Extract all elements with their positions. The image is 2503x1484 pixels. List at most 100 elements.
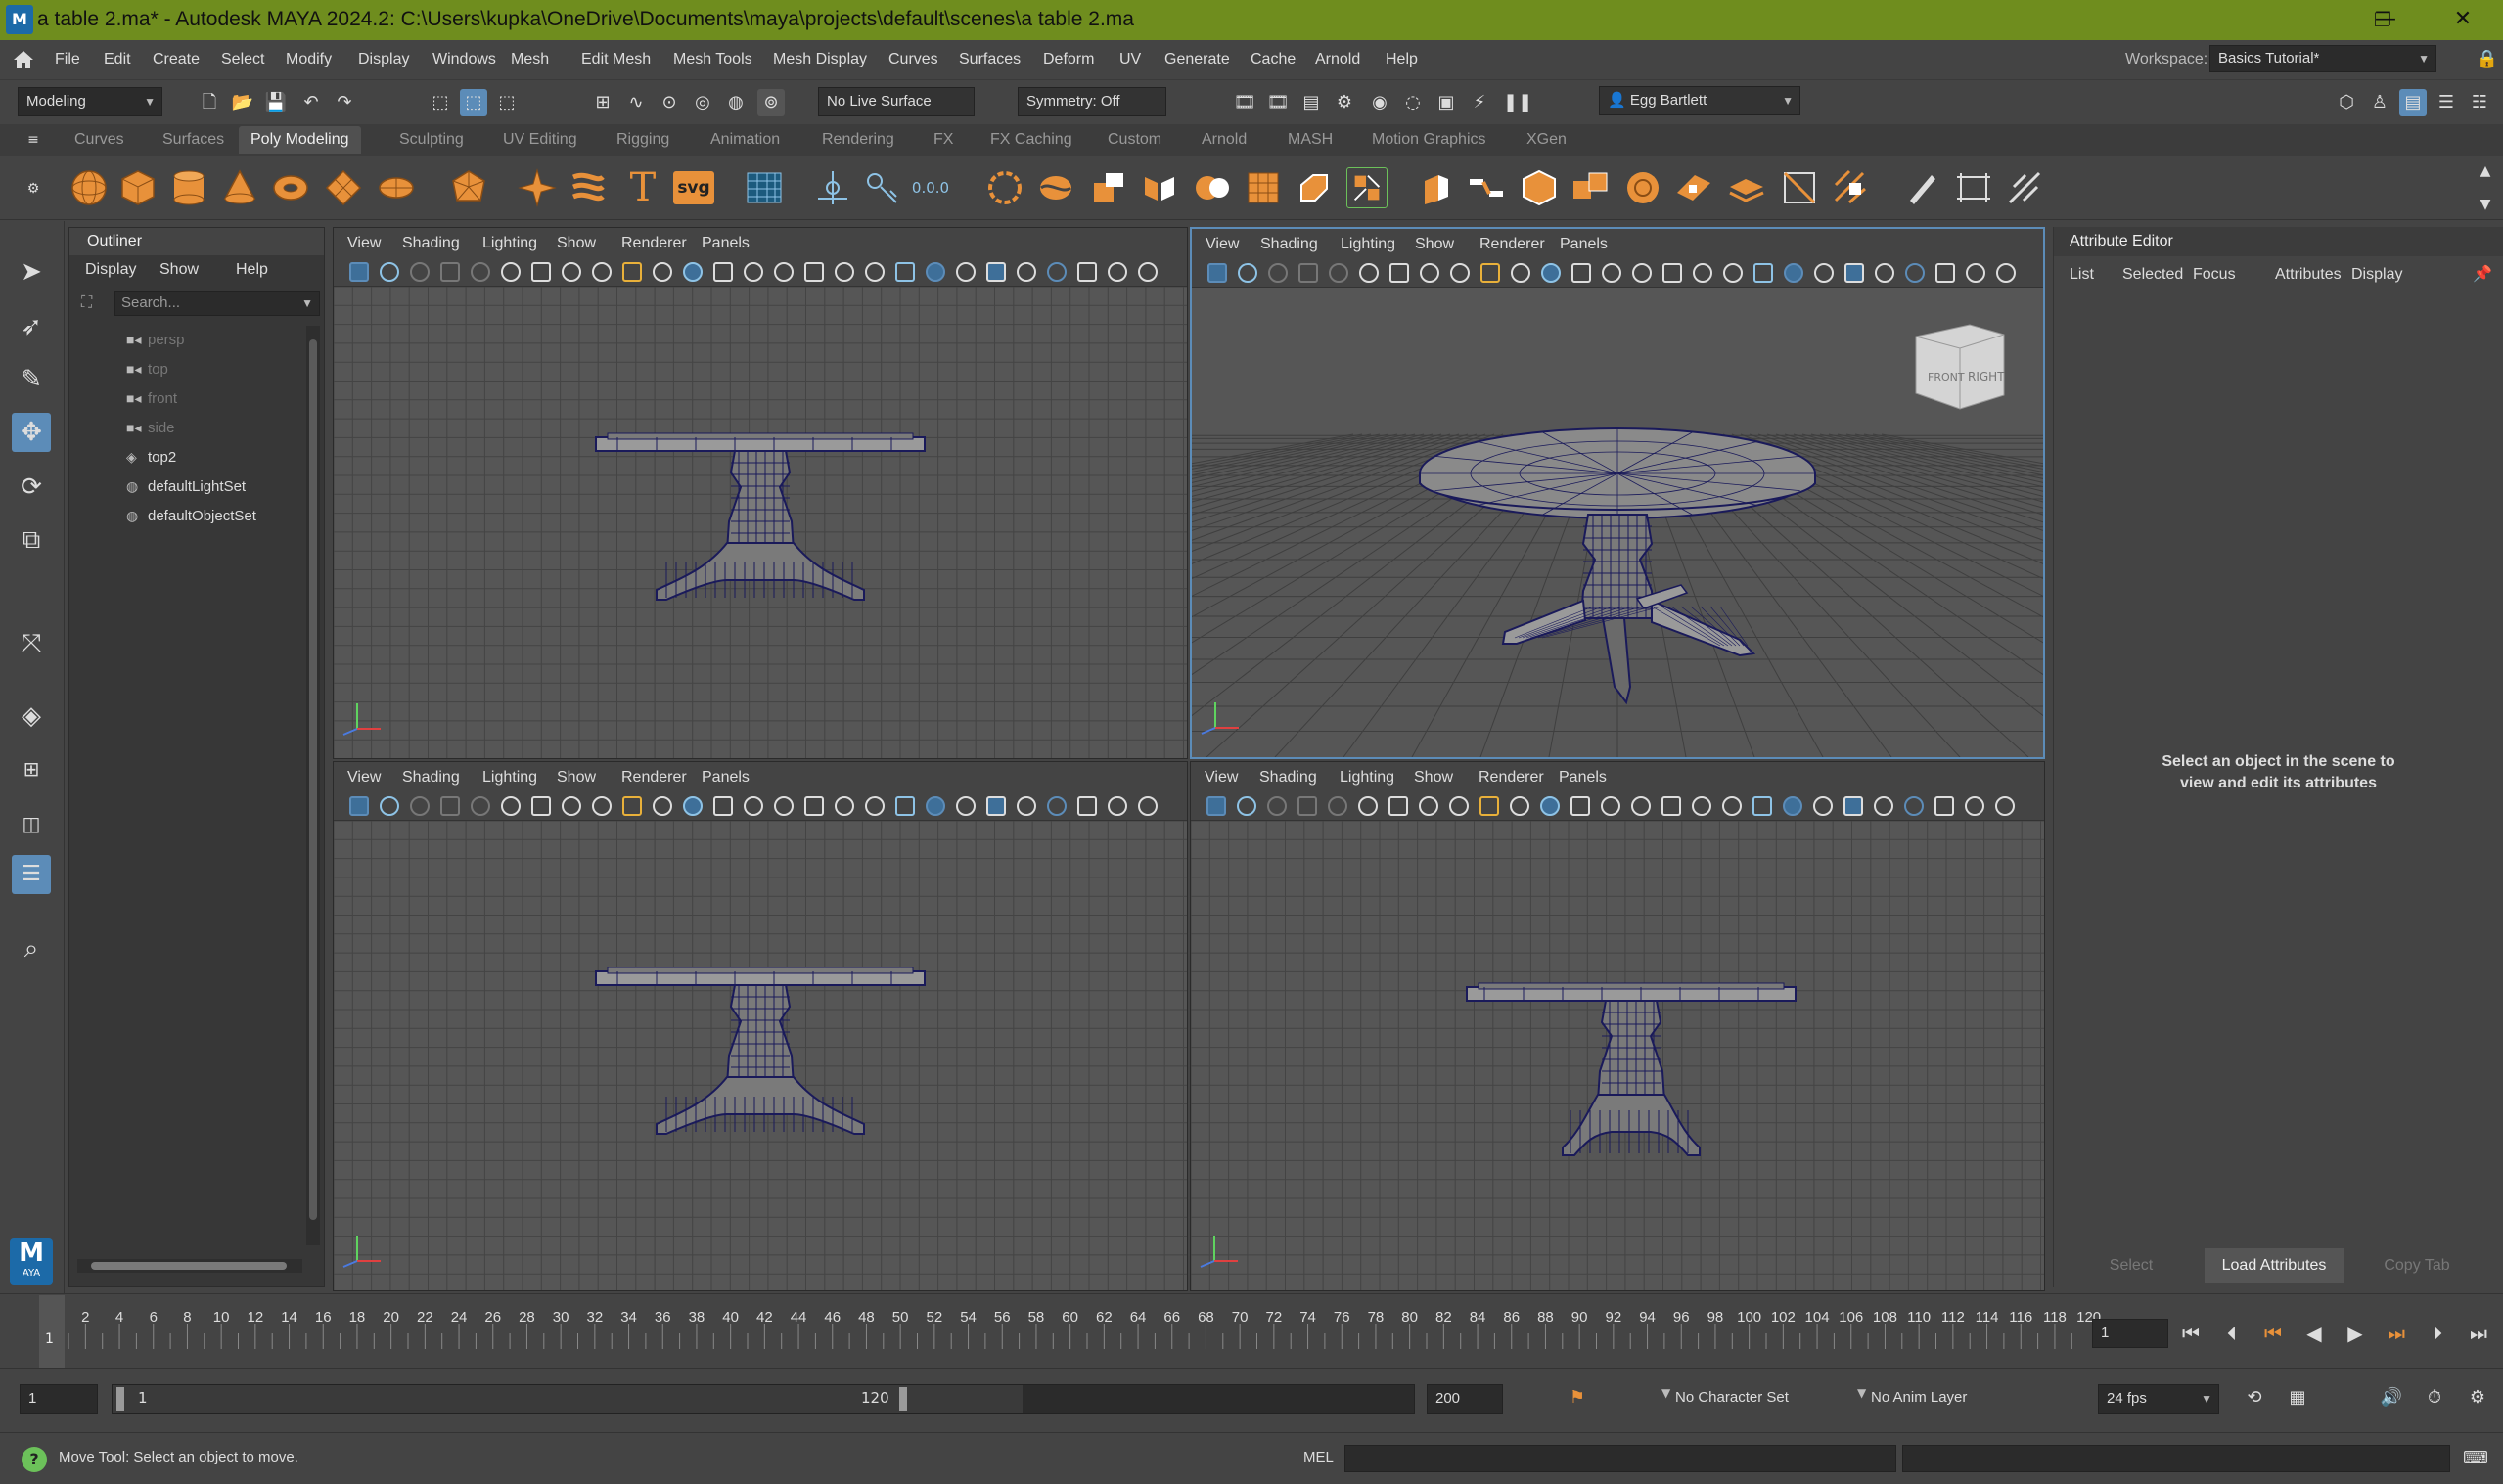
menu-mesh-display[interactable]: Mesh Display (773, 51, 867, 68)
multi-cut-icon[interactable] (1779, 167, 1820, 208)
viewport-toolbar-icon[interactable] (1047, 262, 1067, 282)
restore-button[interactable]: ❐ (2353, 4, 2412, 35)
make-hole-icon[interactable] (1673, 167, 1714, 208)
menu-set-dropdown[interactable]: Modeling ▼ (18, 87, 162, 116)
menu-surfaces[interactable]: Surfaces (959, 51, 1021, 68)
viewport-toolbar-icon[interactable] (1329, 263, 1348, 283)
svg-tool-icon[interactable]: svg (673, 171, 714, 204)
outliner-vscroll-thumb[interactable] (309, 339, 317, 1220)
fps-dropdown[interactable]: 24 fps ▼ (2098, 1384, 2219, 1414)
viewport-toolbar-icon[interactable] (895, 262, 915, 282)
cache-playback-icon[interactable]: ▦ (2284, 1384, 2311, 1412)
viewport-menu-show[interactable]: Show (1414, 769, 1453, 787)
ipr-render-icon[interactable]: ▤ (1297, 89, 1325, 116)
menu-edit-mesh[interactable]: Edit Mesh (581, 51, 651, 68)
viewport-toolbar-icon[interactable] (1138, 796, 1158, 816)
viewport-menu-show[interactable]: Show (557, 235, 596, 252)
uv-editor-icon[interactable] (1953, 167, 1994, 208)
viewport-toolbar-icon[interactable] (986, 796, 1006, 816)
shelf-tab-rigging[interactable]: Rigging (616, 131, 669, 149)
viewport-menu-panels[interactable]: Panels (702, 769, 750, 787)
viewport-front-top-left[interactable]: View Shading Lighting Show Renderer Panels (333, 227, 1188, 759)
character-controls-icon[interactable]: ♙ (2366, 89, 2393, 116)
viewport-toolbar-icon[interactable] (1108, 796, 1127, 816)
viewport-toolbar-icon[interactable] (1966, 263, 1985, 283)
outliner-item-side[interactable]: ■◂ side (126, 416, 175, 439)
range-slider[interactable]: 1 120 (112, 1384, 1415, 1414)
outliner-hscroll-thumb[interactable] (91, 1262, 287, 1270)
viewport-toolbar-icon[interactable] (986, 262, 1006, 282)
viewport-toolbar-icon[interactable] (1753, 263, 1773, 283)
type-tool-icon[interactable]: T (622, 167, 663, 208)
outliner-vertical-scrollbar[interactable] (306, 326, 320, 1245)
viewport-toolbar-icon[interactable] (592, 262, 612, 282)
outliner-item-front[interactable]: ■◂ front (126, 386, 177, 410)
help-icon[interactable]: ? (22, 1447, 47, 1472)
viewport-menu-show[interactable]: Show (1415, 236, 1454, 253)
select-component-icon[interactable]: ⬚ (493, 89, 521, 116)
search-icon[interactable]: ⌕ (12, 929, 51, 968)
range-end-handle[interactable] (899, 1387, 907, 1411)
viewport-toolbar-icon[interactable] (865, 262, 885, 282)
auto-key-icon[interactable]: ⚑ (1564, 1384, 1591, 1412)
viewport-menu-view[interactable]: View (347, 769, 381, 787)
poly-sphere-icon[interactable] (68, 167, 110, 208)
viewport-toolbar-icon[interactable] (410, 796, 430, 816)
viewport-toolbar-icon[interactable] (622, 796, 642, 816)
viewport-toolbar-icon[interactable] (349, 796, 369, 816)
viewport-menu-panels[interactable]: Panels (1559, 769, 1607, 787)
viewport-toolbar-icon[interactable] (501, 262, 521, 282)
platonic-solid-icon[interactable] (448, 167, 489, 208)
transfer-attributes-icon[interactable] (2004, 167, 2045, 208)
viewport-toolbar-icon[interactable] (1752, 796, 1772, 816)
viewport-toolbar-icon[interactable] (1480, 263, 1500, 283)
outliner-item-top[interactable]: ■◂ top (126, 357, 168, 381)
viewport-toolbar-icon[interactable] (1631, 796, 1651, 816)
poly-plane-icon[interactable] (323, 167, 364, 208)
insert-edge-loop-icon[interactable] (1726, 167, 1767, 208)
viewport-toolbar-icon[interactable] (1784, 263, 1803, 283)
viewport-toolbar-icon[interactable] (1875, 263, 1894, 283)
viewport-toolbar-icon[interactable] (1510, 796, 1529, 816)
pause-render-icon[interactable]: ❚❚ (1503, 89, 1532, 116)
viewport-menu-shading[interactable]: Shading (402, 769, 460, 787)
rotate-tool-icon[interactable]: ⟳ (12, 468, 51, 507)
viewport-menu-renderer[interactable]: Renderer (1479, 769, 1544, 787)
animation-start-field[interactable]: 1 (20, 1384, 98, 1414)
loop-playback-icon[interactable]: ⟲ (2241, 1384, 2268, 1412)
viewport-menu-shading[interactable]: Shading (1260, 236, 1318, 253)
character-set-dropdown[interactable]: No Character Set (1667, 1384, 1842, 1414)
snap-point-icon[interactable]: ⊙ (656, 89, 683, 116)
outliner-layout-icon[interactable]: ☰ (12, 855, 51, 894)
render-target-icon[interactable]: ▣ (1433, 89, 1460, 116)
viewport-canvas[interactable] (334, 821, 1187, 1290)
viewport-toolbar-icon[interactable] (1108, 262, 1127, 282)
viewport-canvas[interactable] (334, 287, 1187, 758)
viewport-toolbar-icon[interactable] (380, 796, 399, 816)
table-mesh[interactable] (1419, 427, 1816, 705)
viewport-menu-lighting[interactable]: Lighting (1341, 236, 1395, 253)
separate-icon[interactable] (1035, 167, 1076, 208)
viewport-toolbar-icon[interactable] (1017, 796, 1036, 816)
lock-icon[interactable]: 🔒 (2474, 46, 2501, 73)
mesh-display-grid-icon[interactable] (744, 167, 785, 208)
viewport-toolbar-icon[interactable] (1661, 796, 1681, 816)
play-backwards-icon[interactable]: ◀ (2298, 1319, 2331, 1348)
shelf-tab-uv-editing[interactable]: UV Editing (503, 131, 577, 149)
viewport-toolbar-icon[interactable] (1017, 262, 1036, 282)
viewport-front-bottom-left[interactable]: View Shading Lighting Show Renderer Panels (333, 761, 1188, 1291)
viewport-toolbar-icon[interactable] (1358, 796, 1378, 816)
last-tool-icon[interactable]: ⤧ (12, 624, 51, 663)
paint-select-tool-icon[interactable]: ✎ (12, 360, 51, 399)
current-frame-field[interactable]: 1 (2092, 1319, 2168, 1348)
menu-help[interactable]: Help (1386, 51, 1418, 68)
menu-edit[interactable]: Edit (104, 51, 131, 68)
menu-arnold[interactable]: Arnold (1315, 51, 1360, 68)
viewport-menu-show[interactable]: Show (557, 769, 596, 787)
ae-menu-focus[interactable]: Focus (2193, 266, 2236, 284)
ae-menu-list[interactable]: List (2070, 266, 2094, 284)
reduce-icon[interactable] (1243, 167, 1284, 208)
extrude-icon[interactable] (1415, 167, 1456, 208)
select-button[interactable]: Select (2062, 1248, 2201, 1283)
viewport-toolbar-icon[interactable] (1995, 796, 2015, 816)
